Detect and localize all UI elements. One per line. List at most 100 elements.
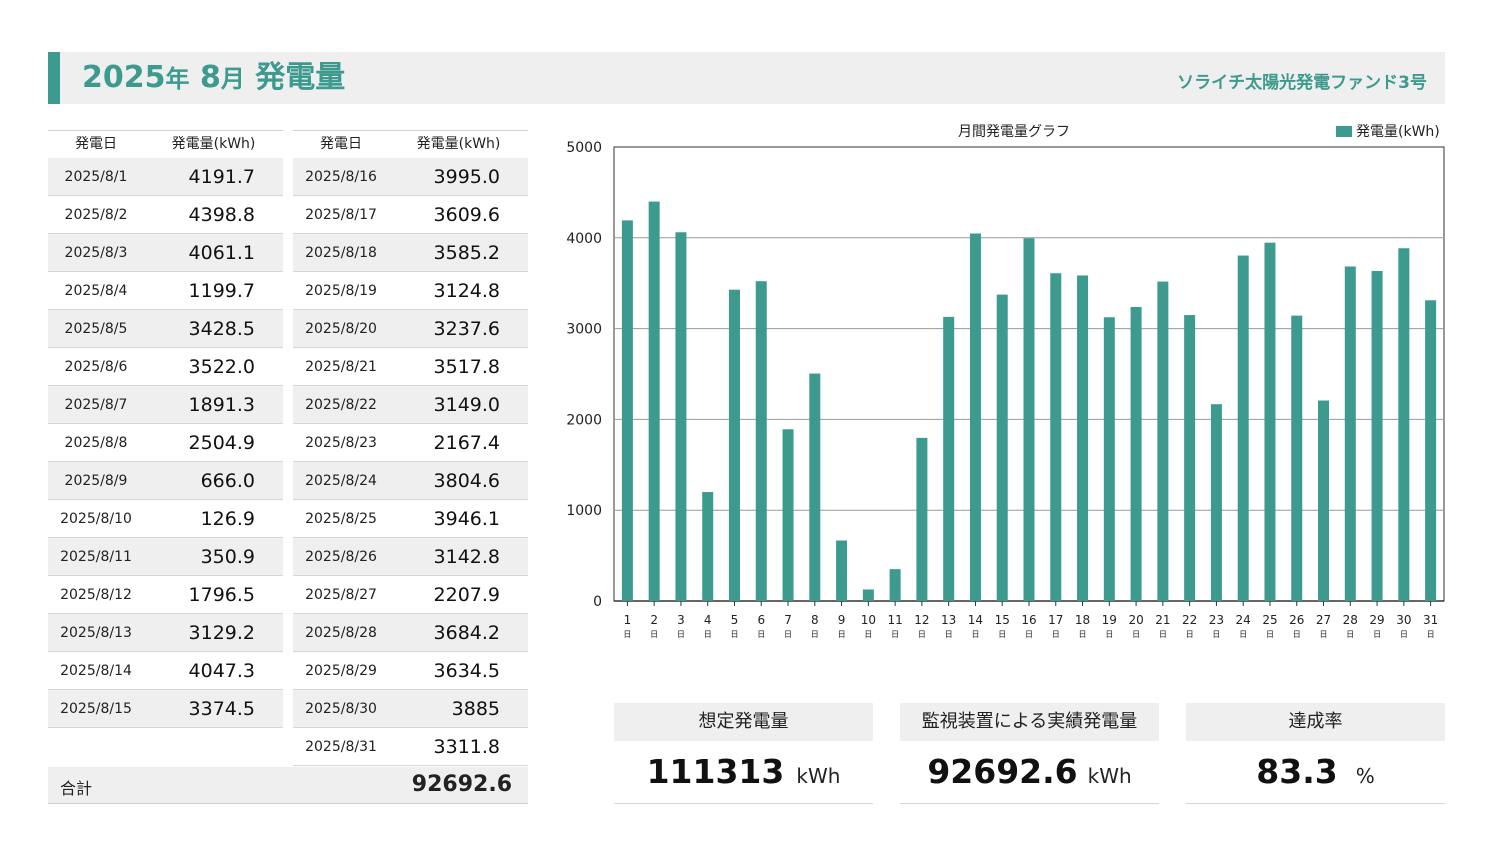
bar-day-29 (1371, 270, 1383, 601)
table-header: 発電日 発電量(kWh) (48, 130, 283, 158)
x-tick-suffix: 日 (623, 630, 631, 639)
table-row: 2025/8/27 2207.9 (293, 576, 528, 614)
achievement-rate-value: 83.3 (1256, 752, 1338, 791)
column-header-date: 発電日 (75, 136, 117, 152)
table-header: 発電日 発電量(kWh) (293, 130, 528, 158)
bar-day-12 (916, 437, 928, 601)
table-row: 2025/8/29 3634.5 (293, 652, 528, 690)
row-value: 4061.1 (188, 241, 255, 264)
y-tick-label: 4000 (566, 231, 602, 247)
title-year: 2025 (82, 60, 166, 95)
x-tick-label: 16 (1021, 613, 1036, 627)
x-tick-suffix: 日 (971, 630, 979, 639)
table-row: 2025/8/14 4047.3 (48, 652, 283, 690)
row-value: 3428.5 (188, 317, 255, 340)
bar-day-4 (702, 492, 714, 601)
row-date: 2025/8/24 (305, 472, 377, 489)
bar-day-23 (1210, 404, 1222, 601)
row-date: 2025/8/12 (60, 586, 132, 603)
table-row: 2025/8/6 3522.0 (48, 348, 283, 386)
row-value: 3129.2 (188, 621, 255, 644)
bar-day-25 (1264, 242, 1276, 601)
table-row: 2025/8/9 666.0 (48, 462, 283, 500)
x-tick-label: 30 (1396, 613, 1411, 627)
total-row: 合計 92692.6 (48, 767, 528, 804)
bar-day-11 (889, 569, 901, 601)
table-row: 2025/8/22 3149.0 (293, 386, 528, 424)
x-tick-suffix: 日 (1427, 630, 1435, 639)
legend-label: 発電量(kWh) (1356, 124, 1440, 140)
x-tick-label: 19 (1102, 613, 1117, 627)
title-month-suffix: 月 (220, 65, 245, 93)
x-tick-label: 25 (1262, 613, 1277, 627)
x-tick-suffix: 日 (650, 630, 658, 639)
table-row: 2025/8/3 4061.1 (48, 234, 283, 272)
row-value: 1891.3 (188, 393, 255, 416)
x-tick-label: 8 (811, 613, 819, 627)
x-tick-label: 2 (650, 613, 658, 627)
bar-day-17 (1050, 273, 1062, 601)
table-row: 2025/8/13 3129.2 (48, 614, 283, 652)
bar-day-2 (648, 201, 660, 601)
table-row: 2025/8/11 350.9 (48, 538, 283, 576)
table-row-empty (48, 728, 283, 765)
x-tick-suffix: 日 (1266, 630, 1274, 639)
x-tick-suffix: 日 (1186, 630, 1194, 639)
row-date: 2025/8/21 (305, 358, 377, 375)
column-header-value: 発電量(kWh) (171, 136, 256, 152)
table-row: 2025/8/31 3311.8 (293, 728, 528, 766)
x-tick-suffix: 日 (891, 630, 899, 639)
row-value: 1796.5 (188, 583, 255, 606)
bar-day-28 (1344, 266, 1356, 601)
bar-day-21 (1157, 281, 1169, 601)
bar-day-1 (621, 220, 633, 601)
row-date: 2025/8/16 (305, 168, 377, 185)
x-tick-suffix: 日 (757, 630, 765, 639)
page-header: 2025年 8月 発電量 ソライチ太陽光発電ファンド3号 (48, 52, 1445, 104)
x-tick-suffix: 日 (1212, 630, 1220, 639)
bar-day-18 (1077, 275, 1089, 601)
bar-day-24 (1237, 255, 1249, 602)
row-value: 3149.0 (433, 393, 500, 416)
x-tick-label: 21 (1155, 613, 1170, 627)
table-row: 2025/8/12 1796.5 (48, 576, 283, 614)
bar-day-27 (1318, 400, 1330, 601)
daily-table-right: 発電日 発電量(kWh) 2025/8/16 3995.0 2025/8/17 360… (293, 130, 528, 766)
table-row: 2025/8/20 3237.6 (293, 310, 528, 348)
row-date: 2025/8/10 (60, 510, 132, 527)
row-date: 2025/8/5 (64, 320, 128, 337)
x-tick-label: 3 (677, 613, 685, 627)
row-value: 666.0 (200, 469, 255, 492)
row-date: 2025/8/14 (60, 662, 132, 679)
table-row: 2025/8/26 3142.8 (293, 538, 528, 576)
bar-day-16 (1023, 238, 1035, 601)
row-value: 4398.8 (188, 203, 255, 226)
x-tick-label: 27 (1316, 613, 1331, 627)
x-tick-label: 24 (1236, 613, 1251, 627)
table-row: 2025/8/2 4398.8 (48, 196, 283, 234)
row-value: 3885 (451, 697, 500, 720)
title-month: 8 (199, 60, 221, 95)
bar-day-8 (809, 373, 821, 601)
row-date: 2025/8/28 (305, 624, 377, 641)
table-row: 2025/8/10 126.9 (48, 500, 283, 538)
x-tick-label: 26 (1289, 613, 1304, 627)
table-row: 2025/8/4 1199.7 (48, 272, 283, 310)
bar-day-13 (943, 316, 955, 601)
expected-generation-box: 想定発電量 111313 kWh (614, 703, 873, 804)
row-value: 3995.0 (433, 165, 500, 188)
x-tick-suffix: 日 (1025, 630, 1033, 639)
bar-day-5 (728, 289, 740, 601)
bar-day-14 (969, 233, 981, 601)
table-row: 2025/8/21 3517.8 (293, 348, 528, 386)
achievement-rate-box: 達成率 83.3% (1186, 703, 1445, 804)
row-value: 3517.8 (433, 355, 500, 378)
row-date: 2025/8/9 (64, 472, 128, 489)
table-row: 2025/8/5 3428.5 (48, 310, 283, 348)
bar-day-6 (755, 281, 767, 601)
table-row: 2025/8/7 1891.3 (48, 386, 283, 424)
achievement-rate-unit: % (1355, 764, 1375, 788)
x-tick-suffix: 日 (1400, 630, 1408, 639)
x-tick-label: 18 (1075, 613, 1090, 627)
x-tick-suffix: 日 (1346, 630, 1354, 639)
